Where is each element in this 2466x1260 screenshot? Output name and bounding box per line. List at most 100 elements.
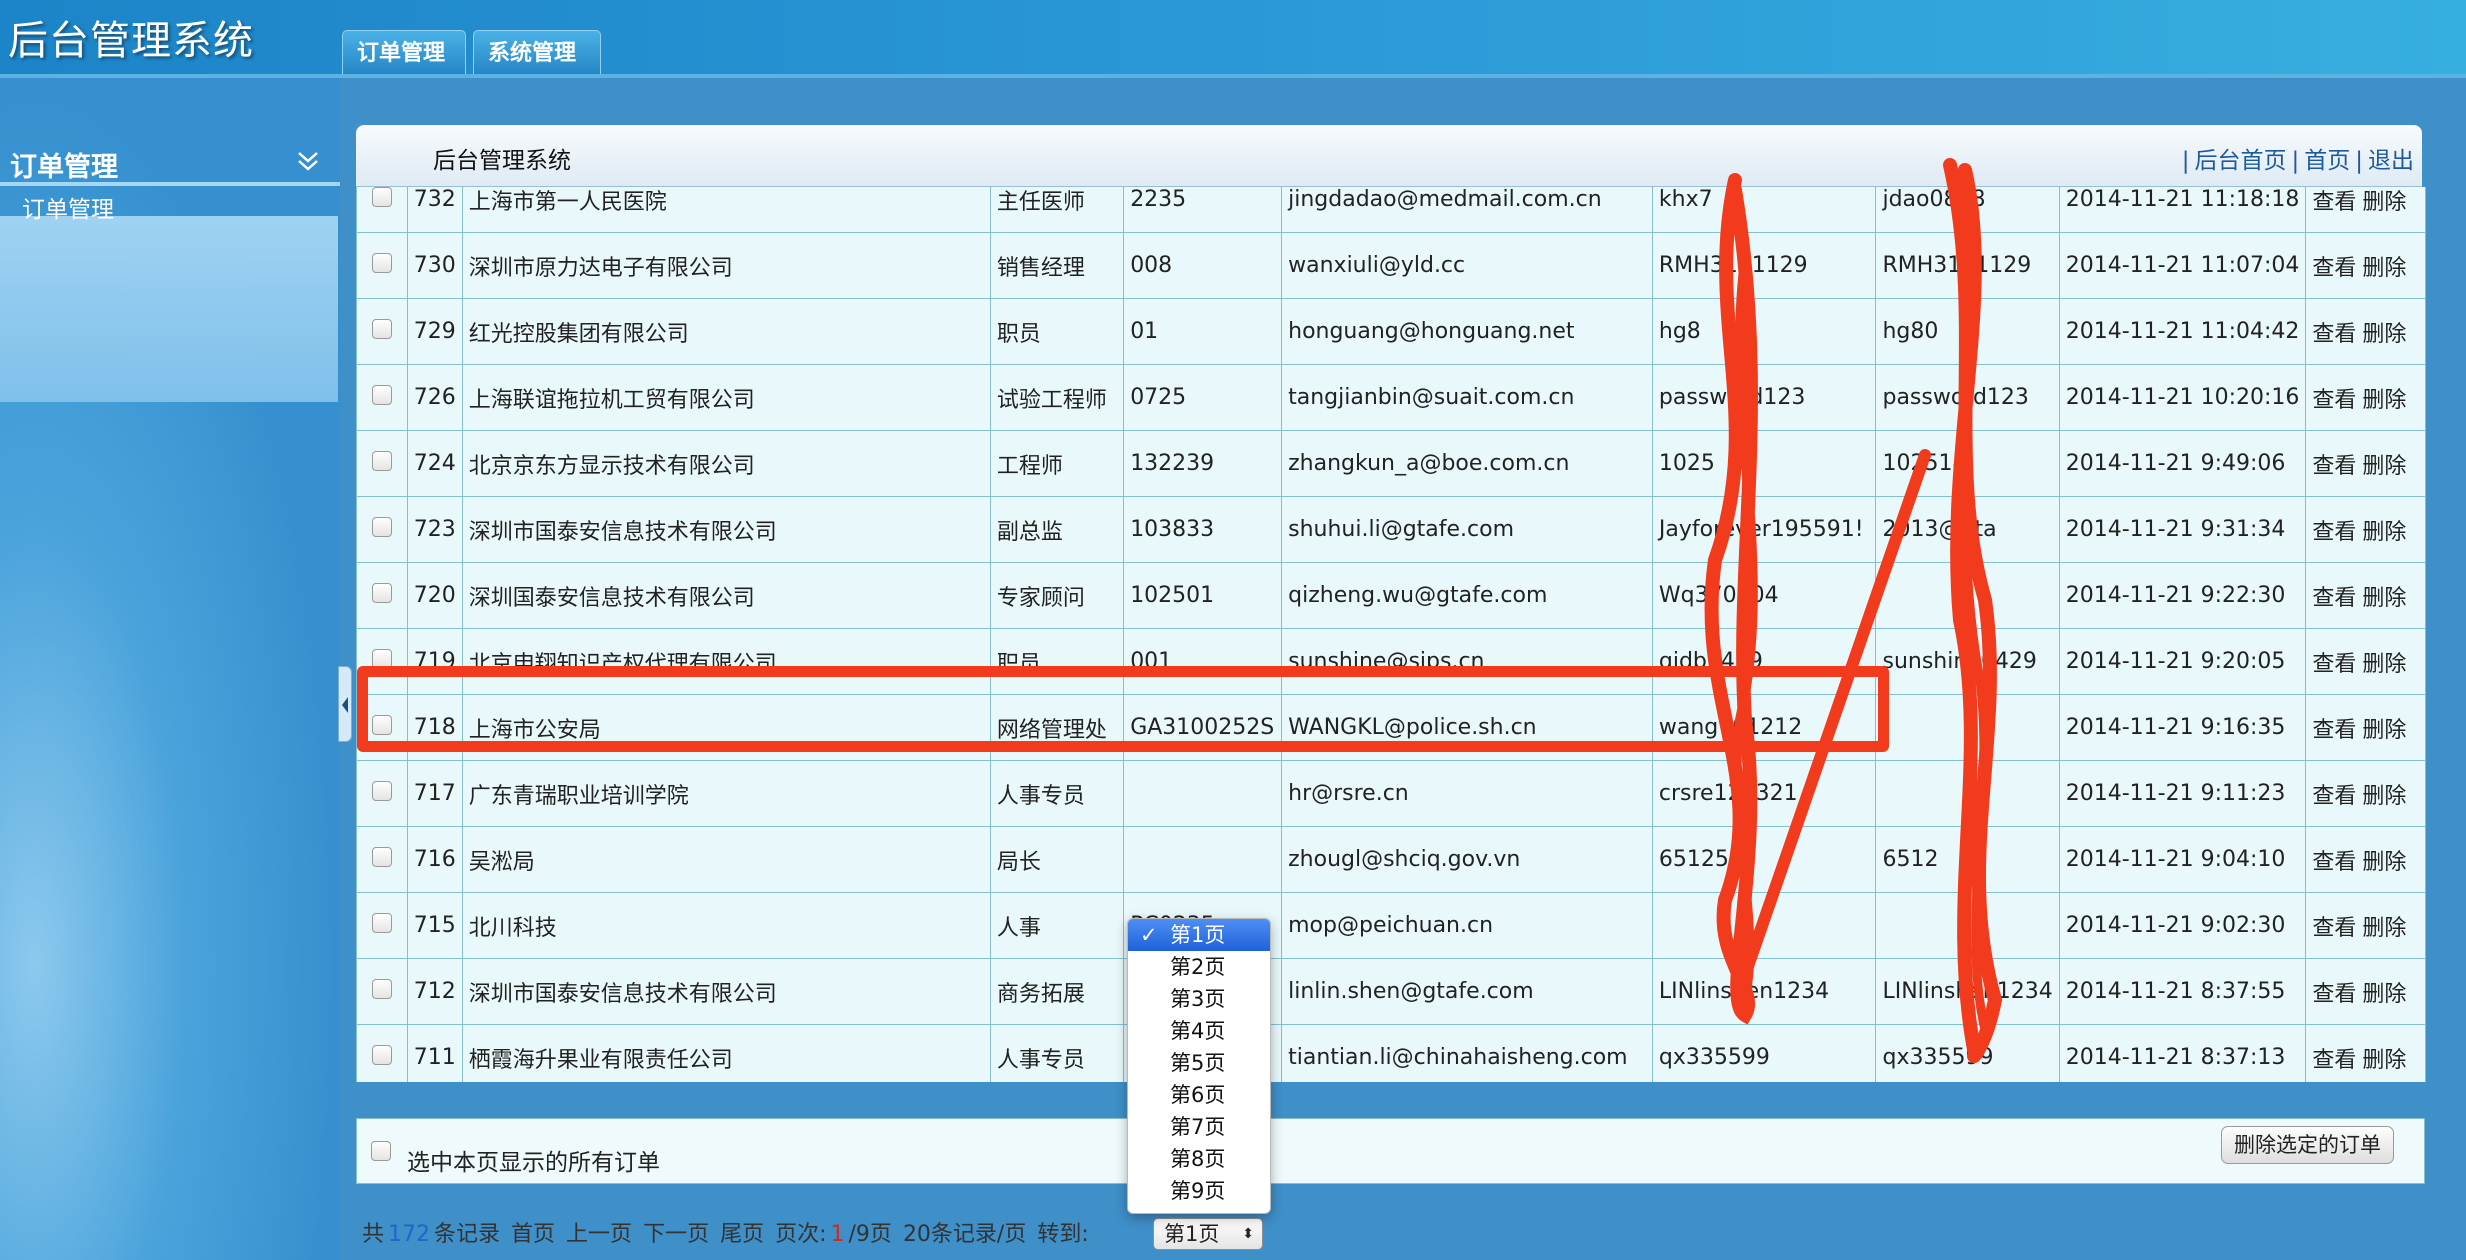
view-link[interactable]: 查看 [2312,850,2356,875]
order-id-cell: 712 [406,958,463,1025]
row-checkbox[interactable] [371,648,392,669]
actions-cell: 查看 删除 [2305,694,2426,761]
password-cell: 6512 [1875,826,2060,893]
password-cell [1875,760,2060,827]
delete-link[interactable]: 删除 [2362,1048,2406,1073]
row-checkbox[interactable] [371,780,392,801]
page-option-label: 第9页 [1170,1179,1226,1203]
page-option-label: 第2页 [1170,955,1226,979]
username-cell: Jayforever195591! [1651,496,1877,563]
first-page-link[interactable]: 首页 [511,1222,555,1247]
page-option-label: 第7页 [1170,1115,1226,1139]
row-checkbox[interactable] [371,978,392,999]
row-checkbox[interactable] [371,846,392,867]
page-option[interactable]: 第4页 [1128,1015,1270,1047]
row-checkbox[interactable] [371,384,392,405]
view-link[interactable]: 查看 [2312,388,2356,413]
order-id-cell: 726 [406,364,463,431]
page-option[interactable]: 第7页 [1128,1111,1270,1143]
tab-system[interactable]: 系统管理 [473,30,601,75]
delete-link[interactable]: 删除 [2362,850,2406,875]
delete-link[interactable]: 删除 [2362,916,2406,941]
next-page-link[interactable]: 下一页 [643,1222,709,1247]
page-option[interactable]: 第3页 [1128,983,1270,1015]
delete-selected-button[interactable]: 删除选定的订单 [2221,1126,2394,1164]
page-option[interactable]: ✓ 第1页 [1128,919,1270,951]
page-option[interactable]: 第2页 [1128,951,1270,983]
tab-orders[interactable]: 订单管理 [342,30,466,75]
view-link[interactable]: 查看 [2312,1048,2356,1073]
double-chevron-down-icon[interactable] [295,148,321,174]
view-link[interactable]: 查看 [2312,718,2356,743]
delete-link[interactable]: 删除 [2362,652,2406,677]
prev-page-link[interactable]: 上一页 [566,1222,632,1247]
delete-link[interactable]: 删除 [2362,256,2406,281]
pagination: 共 172 条记录 首页 上一页 下一页 尾页 页次: 1/9页 20条记录/页 转到… [362,1216,1093,1248]
delete-link[interactable]: 删除 [2362,982,2406,1007]
page-option[interactable]: 第5页 [1128,1047,1270,1079]
row-checkbox[interactable] [371,318,392,339]
actions-cell: 查看 删除 [2305,232,2426,299]
row-checkbox[interactable] [371,1044,392,1065]
delete-link[interactable]: 删除 [2362,586,2406,611]
total-suffix: 条记录 [434,1222,501,1247]
time-cell: 2014-11-21 9:16:35 [2058,694,2307,761]
panel-title: 后台管理系统 [433,148,571,174]
time-cell: 2014-11-21 9:02:30 [2058,892,2307,959]
view-link[interactable]: 查看 [2312,454,2356,479]
email-cell: mop@peichuan.cn [1281,892,1653,959]
view-link[interactable]: 查看 [2312,322,2356,347]
company-cell: 北川科技 [461,892,991,959]
delete-link[interactable]: 删除 [2362,718,2406,743]
view-link[interactable]: 查看 [2312,652,2356,677]
code-cell: 102501 [1123,562,1283,629]
delete-link[interactable]: 删除 [2362,322,2406,347]
delete-link[interactable]: 删除 [2362,190,2406,215]
view-link[interactable]: 查看 [2312,982,2356,1007]
row-checkbox[interactable] [371,450,392,471]
row-checkbox[interactable] [371,187,392,207]
row-checkbox[interactable] [371,516,392,537]
sidebar-item-orders[interactable] [0,216,338,402]
last-page-link[interactable]: 尾页 [720,1222,764,1247]
email-cell: WANGKL@police.sh.cn [1281,694,1653,761]
orders-table-scroll[interactable]: 732 上海市第一人民医院 主任医师 2235 jingdadao@medmail.co… [356,187,2426,1082]
page-option[interactable]: 第8页 [1128,1143,1270,1175]
delete-link[interactable]: 删除 [2362,520,2406,545]
view-link[interactable]: 查看 [2312,916,2356,941]
table-row: 717 广东青瑞职业培训学院 人事专员 hr@rsre.cn crsre123321 20… [356,760,2426,827]
row-checkbox[interactable] [371,252,392,273]
logout-link[interactable]: 退出 [2368,148,2414,174]
view-link[interactable]: 查看 [2312,586,2356,611]
email-cell: shuhui.li@gtafe.com [1281,496,1653,563]
view-link[interactable]: 查看 [2312,256,2356,281]
view-link[interactable]: 查看 [2312,784,2356,809]
view-link[interactable]: 查看 [2312,520,2356,545]
view-link[interactable]: 查看 [2312,190,2356,215]
row-checkbox[interactable] [371,714,392,735]
table-row: 718 上海市公安局 网络管理处 GA3100252S WANGKL@police.sh… [356,694,2426,761]
sidebar-item-label[interactable]: 订单管理 [22,190,114,224]
table-row: 711 栖霞海升果业有限责任公司 人事专员 tiantian.li@chinahais… [356,1024,2426,1082]
page-option[interactable]: 第6页 [1128,1079,1270,1111]
home-link[interactable]: 首页 [2304,148,2350,174]
admin-home-link[interactable]: 后台首页 [2195,148,2287,174]
username-cell: qx335599 [1651,1024,1877,1082]
password-cell: LINlinshen1234 [1875,958,2060,1025]
row-checkbox[interactable] [371,582,392,603]
delete-link[interactable]: 删除 [2362,388,2406,413]
page-dropdown-menu[interactable]: ✓ 第1页第2页第3页 第4页 第5页 第6页第7页第8页第9页 [1127,918,1271,1214]
sidebar-collapse-handle[interactable] [338,666,352,742]
page-select[interactable]: 第1页 ⬍ [1153,1218,1263,1250]
table-row: 715北川科技人事PC0235mop@peichuan.cn2014-11-21… [356,892,2426,959]
row-checkbox[interactable] [371,912,392,933]
total-count: 172 [388,1222,431,1247]
delete-link[interactable]: 删除 [2362,784,2406,809]
actions-cell: 查看 删除 [2305,364,2426,431]
page-option[interactable]: 第9页 [1128,1175,1270,1207]
actions-cell: 查看 删除 [2305,892,2426,959]
page-select-value: 第1页 [1164,1222,1220,1246]
email-cell: zhougl@shciq.gov.vn [1281,826,1653,893]
delete-link[interactable]: 删除 [2362,454,2406,479]
select-all-checkbox[interactable] [371,1141,391,1161]
